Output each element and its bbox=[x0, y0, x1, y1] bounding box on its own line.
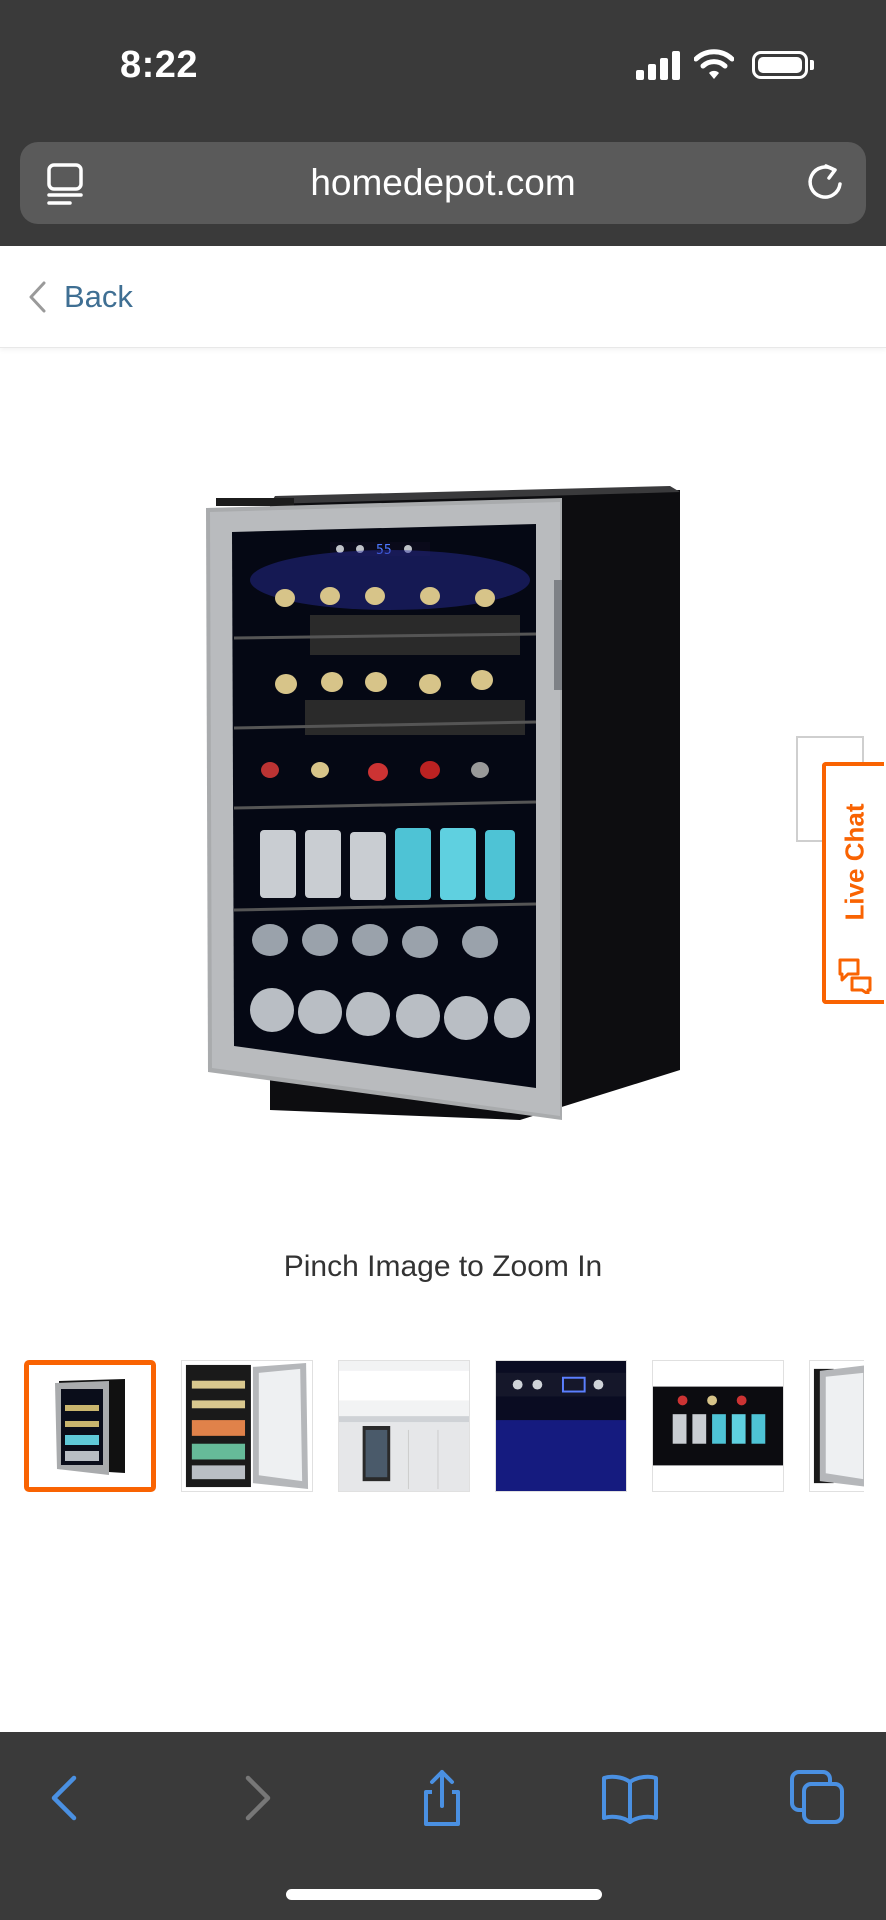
back-button[interactable]: Back bbox=[26, 274, 133, 320]
chat-bubble-icon bbox=[838, 958, 872, 994]
back-arrow-icon[interactable] bbox=[36, 1768, 96, 1828]
thumbnail-4[interactable] bbox=[495, 1360, 627, 1492]
thumbnail-fridge-open-door-icon bbox=[182, 1361, 312, 1491]
chevron-left-icon bbox=[29, 281, 46, 313]
thumbnail-strip bbox=[24, 1360, 864, 1492]
page-header: Back bbox=[0, 246, 886, 348]
battery-icon bbox=[752, 51, 808, 79]
thumbnail-control-panel-icon bbox=[496, 1361, 626, 1491]
bookmarks-icon[interactable] bbox=[600, 1768, 660, 1828]
thumbnail-5[interactable] bbox=[652, 1360, 784, 1492]
thumbnail-3[interactable] bbox=[338, 1360, 470, 1492]
live-chat-button[interactable]: Live Chat bbox=[822, 762, 884, 1004]
forward-arrow-icon[interactable] bbox=[226, 1768, 286, 1828]
browser-top-chrome: 8:22 homedepot.com bbox=[0, 0, 886, 246]
back-label: Back bbox=[64, 279, 133, 314]
wifi-icon bbox=[694, 49, 734, 79]
thumbnail-door-open-icon bbox=[810, 1361, 864, 1491]
thumbnail-2[interactable] bbox=[181, 1360, 313, 1492]
thumbnail-1[interactable] bbox=[24, 1360, 156, 1492]
product-image[interactable]: 55 bbox=[190, 470, 690, 1130]
live-chat-label: Live Chat bbox=[839, 803, 870, 921]
home-indicator[interactable] bbox=[286, 1889, 602, 1900]
cellular-signal-icon bbox=[636, 50, 682, 80]
url-text[interactable]: homedepot.com bbox=[20, 162, 866, 204]
status-time: 8:22 bbox=[120, 44, 199, 86]
zoom-hint: Pinch Image to Zoom In bbox=[283, 1250, 603, 1283]
share-icon[interactable] bbox=[412, 1768, 472, 1828]
thumbnail-6[interactable] bbox=[809, 1360, 864, 1492]
address-bar[interactable]: homedepot.com bbox=[20, 142, 866, 224]
thumbnail-shelves-closeup-icon bbox=[653, 1361, 783, 1491]
battery-cap bbox=[810, 60, 814, 70]
tabs-icon[interactable] bbox=[788, 1768, 848, 1828]
reload-icon[interactable] bbox=[804, 160, 846, 204]
thumbnail-fridge-in-kitchen-icon bbox=[339, 1361, 469, 1491]
thumbnail-fridge-front-icon bbox=[29, 1365, 151, 1487]
